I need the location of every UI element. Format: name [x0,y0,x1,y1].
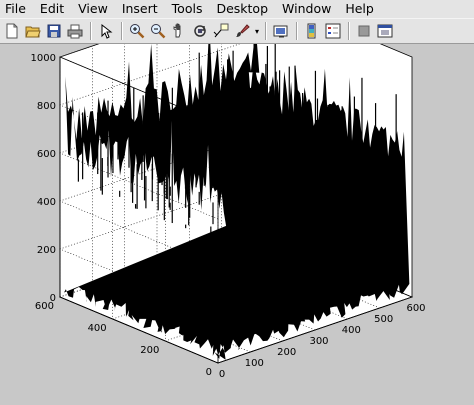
y-tick-label: 200 [140,345,159,356]
link-plot-icon[interactable] [271,21,291,41]
zoom-in-icon[interactable] [127,21,147,41]
show-plot-tools-icon[interactable] [375,21,395,41]
z-tick-label: 400 [37,197,56,208]
x-tick-label: 400 [342,325,361,336]
toolbar-separator [296,22,298,40]
rotate-3d-icon[interactable] [190,21,210,41]
toolbar-separator [121,22,123,40]
menu-window[interactable]: Window [276,0,339,18]
edit-plot-icon[interactable] [96,21,116,41]
menu-tools[interactable]: Tools [166,0,211,18]
figure-toolbar: ▾ [0,18,474,44]
menu-desktop[interactable]: Desktop [210,0,276,18]
zoom-out-icon[interactable] [148,21,168,41]
z-tick-label: 200 [37,245,56,256]
new-figure-icon[interactable] [2,21,22,41]
3d-bar-plot[interactable]: 0200400600800100001002003004005006000200… [0,0,474,402]
brush-icon[interactable] [232,21,252,41]
figure-window: File Edit View Insert Tools Desktop Wind… [0,0,474,402]
menu-bar: File Edit View Insert Tools Desktop Wind… [0,0,474,18]
x-tick-label: 600 [406,303,425,314]
y-tick-label: 600 [35,301,54,312]
print-figure-icon[interactable] [65,21,85,41]
menu-file[interactable]: File [0,0,34,18]
colorbar-icon[interactable] [302,21,322,41]
z-tick-label: 800 [37,101,56,112]
toolbar-separator [265,22,267,40]
z-tick-label: 600 [37,149,56,160]
legend-icon[interactable] [323,21,343,41]
menu-edit[interactable]: Edit [34,0,72,18]
menu-insert[interactable]: Insert [116,0,166,18]
open-file-icon[interactable] [23,21,43,41]
y-tick-label: 0 [206,367,212,378]
data-cursor-icon[interactable] [211,21,231,41]
figure-canvas[interactable]: 0 200 400 600 800 1000 0 100 200 300 400 500 600 0 200… [0,0,474,402]
x-tick-label: 0 [219,369,225,380]
save-figure-icon[interactable] [44,21,64,41]
x-tick-label: 300 [309,336,328,347]
x-tick-label: 500 [374,314,393,325]
pan-icon[interactable] [169,21,189,41]
z-tick-label: 1000 [31,53,56,64]
menu-view[interactable]: View [72,0,116,18]
x-tick-label: 100 [245,358,264,369]
hide-plot-tools-icon[interactable] [354,21,374,41]
menu-help[interactable]: Help [339,0,382,18]
toolbar-separator [348,22,350,40]
toolbar-separator [90,22,92,40]
y-tick-label: 400 [88,323,107,334]
brush-dropdown-icon[interactable]: ▾ [253,21,261,41]
x-tick-label: 200 [277,347,296,358]
